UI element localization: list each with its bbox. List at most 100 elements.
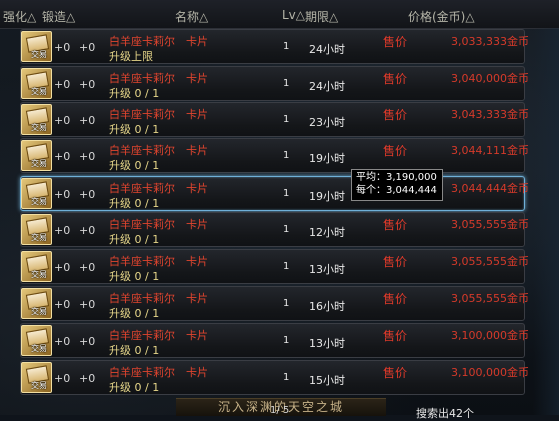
forge-value: +0 xyxy=(79,372,96,385)
sell-label: 售价 xyxy=(383,255,408,269)
sort-forge[interactable]: 锻造△ xyxy=(42,8,75,25)
card-item-icon[interactable]: 交易 xyxy=(21,68,52,99)
forge-value: +0 xyxy=(79,41,96,54)
price-value: 3,100,000金币 xyxy=(451,366,529,379)
sort-level[interactable]: Lv△ xyxy=(282,8,305,22)
card-item-icon[interactable]: 交易 xyxy=(21,325,52,356)
price-value: 3,044,111金币 xyxy=(451,144,529,157)
trade-tag: 交易 xyxy=(31,307,47,316)
price-value: 3,044,444金币 xyxy=(451,182,529,195)
page-indicator: 1/ 5 xyxy=(270,405,290,416)
forge-value: +0 xyxy=(79,298,96,311)
sell-label: 售价 xyxy=(383,366,408,380)
price-value: 3,055,555金币 xyxy=(451,218,529,231)
period-value: 13小时 xyxy=(309,337,345,350)
period-value: 23小时 xyxy=(309,116,345,129)
level-value: 1 xyxy=(283,261,290,272)
level-value: 1 xyxy=(283,78,290,89)
period-value: 24小时 xyxy=(309,80,345,93)
sort-name[interactable]: 名称△ xyxy=(175,8,208,25)
enhance-value: +0 xyxy=(54,372,71,385)
price-value: 3,043,333金币 xyxy=(451,108,529,121)
trade-tag: 交易 xyxy=(31,381,47,390)
card-item-icon[interactable]: 交易 xyxy=(21,288,52,319)
item-name: 白羊座卡莉尔 卡片 xyxy=(109,218,208,231)
level-value: 1 xyxy=(283,41,290,52)
card-item-icon[interactable]: 交易 xyxy=(21,104,52,135)
sell-label: 售价 xyxy=(383,144,408,158)
sort-price[interactable]: 价格(金币)△ xyxy=(408,8,475,25)
period-value: 13小时 xyxy=(309,263,345,276)
forge-value: +0 xyxy=(79,224,96,237)
trade-tag: 交易 xyxy=(31,197,47,206)
period-value: 24小时 xyxy=(309,43,345,56)
upgrade-status: 升级上限 xyxy=(109,50,153,63)
enhance-value: +0 xyxy=(54,298,71,311)
level-value: 1 xyxy=(283,224,290,235)
item-name: 白羊座卡莉尔 卡片 xyxy=(109,182,208,195)
period-value: 16小时 xyxy=(309,300,345,313)
sort-period[interactable]: 期限△ xyxy=(305,8,338,25)
enhance-value: +0 xyxy=(54,261,71,274)
table-row[interactable]: 交易 +0 +0 白羊座卡莉尔 卡片 升级 0 / 1 1 19小时 售价 3,044,111金… xyxy=(20,138,529,173)
sell-label: 售价 xyxy=(383,72,408,86)
enhance-value: +0 xyxy=(54,188,71,201)
price-value: 3,033,333金币 xyxy=(451,35,529,48)
trade-tag: 交易 xyxy=(31,87,47,96)
table-row[interactable]: 交易+0+0白羊座卡莉尔 卡片升级 0 / 1119小时售价3,044,444金… xyxy=(20,176,529,211)
table-row[interactable]: 交易 +0 +0 白羊座卡莉尔 卡片 升级上限 1 24小时 售价 3,033,333金币 xyxy=(20,29,529,64)
enhance-value: +0 xyxy=(54,224,71,237)
card-item-icon[interactable]: 交易 xyxy=(21,31,52,62)
card-item-icon[interactable]: 交易 xyxy=(21,178,52,209)
sell-label: 售价 xyxy=(383,35,408,49)
trade-tag: 交易 xyxy=(31,270,47,279)
price-value: 3,055,555金币 xyxy=(451,255,529,268)
tooltip-each: 每个：3,044,444 xyxy=(356,185,437,196)
table-row[interactable]: 交易 +0 +0 白羊座卡莉尔 卡片 升级 0 / 1 1 16小时 售价 3,055,555金… xyxy=(20,286,529,321)
item-name: 白羊座卡莉尔 卡片 xyxy=(109,144,208,157)
forge-value: +0 xyxy=(79,261,96,274)
period-value: 19小时 xyxy=(309,190,345,203)
table-row[interactable]: 交易 +0 +0 白羊座卡莉尔 卡片 升级 0 / 1 1 15小时 售价 3,100,000金… xyxy=(20,360,529,395)
item-name: 白羊座卡莉尔 卡片 xyxy=(109,108,208,121)
trade-tag: 交易 xyxy=(31,233,47,242)
table-row[interactable]: 交易 +0 +0 白羊座卡莉尔 卡片 升级 0 / 1 1 23小时 售价 3,043,333金… xyxy=(20,102,529,137)
upgrade-status: 升级 0 / 1 xyxy=(109,307,160,320)
level-value: 1 xyxy=(283,372,290,383)
table-header: 强化△ 锻造△ 名称△ Lv△ 期限△ 价格(金币)△ xyxy=(0,0,559,29)
forge-value: +0 xyxy=(79,78,96,91)
sell-label: 售价 xyxy=(383,108,408,122)
level-value: 1 xyxy=(283,188,290,199)
scrollbar-track[interactable] xyxy=(533,28,559,415)
card-item-icon[interactable]: 交易 xyxy=(21,214,52,245)
table-row[interactable]: 交易 +0 +0 白羊座卡莉尔 卡片 升级 0 / 1 1 13小时 售价 3,100,000金… xyxy=(20,323,529,358)
trade-tag: 交易 xyxy=(31,159,47,168)
price-value: 3,100,000金币 xyxy=(451,329,529,342)
upgrade-status: 升级 0 / 1 xyxy=(109,87,160,100)
table-row[interactable]: 交易 +0 +0 白羊座卡莉尔 卡片 升级 0 / 1 1 24小时 售价 3,040,000金… xyxy=(20,66,529,101)
item-name: 白羊座卡莉尔 卡片 xyxy=(109,292,208,305)
item-name: 白羊座卡莉尔 卡片 xyxy=(109,366,208,379)
forge-value: +0 xyxy=(79,150,96,163)
upgrade-status: 升级 0 / 1 xyxy=(109,344,160,357)
price-tooltip: 平均：3,190,000 每个：3,044,444 xyxy=(351,169,443,201)
level-value: 1 xyxy=(283,150,290,161)
sell-label: 售价 xyxy=(383,329,408,343)
enhance-value: +0 xyxy=(54,114,71,127)
card-item-icon[interactable]: 交易 xyxy=(21,251,52,282)
level-value: 1 xyxy=(283,114,290,125)
sort-enhance[interactable]: 强化△ xyxy=(3,8,36,25)
upgrade-status: 升级 0 / 1 xyxy=(109,381,160,394)
forge-value: +0 xyxy=(79,335,96,348)
upgrade-status: 升级 0 / 1 xyxy=(109,233,160,246)
sell-label: 售价 xyxy=(383,218,408,232)
table-row[interactable]: 交易 +0 +0 白羊座卡莉尔 卡片 升级 0 / 1 1 12小时 售价 3,055,555金… xyxy=(20,212,529,247)
table-row[interactable]: 交易 +0 +0 白羊座卡莉尔 卡片 升级 0 / 1 1 13小时 售价 3,055,555金… xyxy=(20,249,529,284)
sell-label: 售价 xyxy=(383,292,408,306)
card-item-icon[interactable]: 交易 xyxy=(21,140,52,171)
enhance-value: +0 xyxy=(54,41,71,54)
period-value: 15小时 xyxy=(309,374,345,387)
card-item-icon[interactable]: 交易 xyxy=(21,362,52,393)
search-result-count: 搜索出42个 xyxy=(416,407,474,420)
trade-tag: 交易 xyxy=(31,50,47,59)
